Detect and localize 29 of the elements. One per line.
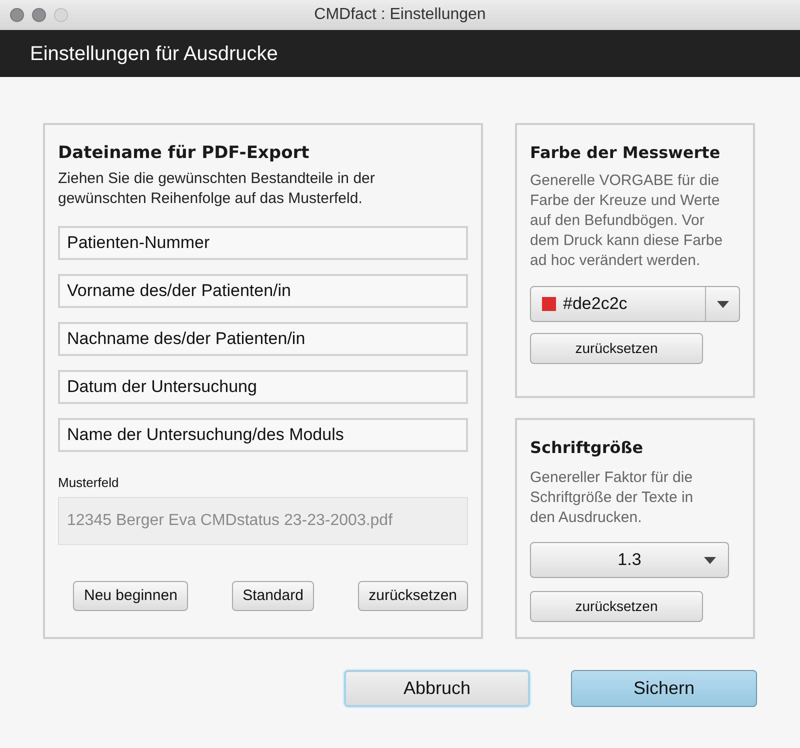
reset-button[interactable]: zurücksetzen bbox=[530, 333, 703, 364]
sample-label: Musterfeld bbox=[58, 474, 120, 492]
component-item[interactable]: Vorname des/der Patienten/in bbox=[58, 274, 468, 308]
dropdown-caret-icon bbox=[716, 300, 728, 308]
panel-button[interactable]: Neu beginnen bbox=[73, 581, 188, 611]
panel-button[interactable]: Standard bbox=[232, 581, 314, 611]
dialog-button[interactable]: Sichern bbox=[571, 670, 757, 707]
panel-title: Schriftgröße bbox=[530, 437, 644, 459]
component-item[interactable]: Patienten-Nummer bbox=[58, 226, 468, 260]
component-item[interactable]: Name der Untersuchung/des Moduls bbox=[58, 418, 468, 452]
close-icon[interactable] bbox=[10, 8, 24, 22]
window-title: CMDfact : Einstellungen bbox=[313, 5, 487, 25]
color-picker[interactable]: #de2c2c bbox=[530, 286, 740, 322]
panel-button[interactable]: zurücksetzen bbox=[358, 581, 468, 611]
minimize-icon[interactable] bbox=[32, 8, 46, 22]
panel-description: Generelle VORGABE für die Farbe der Kreuze und Werte auf den Befundbögen. Vor dem Druck kann diese Farbe ad hoc verändert werden. bbox=[530, 171, 724, 271]
component-item[interactable]: Nachname des/der Patienten/in bbox=[58, 322, 468, 356]
color-value: #de2c2c bbox=[563, 293, 628, 316]
panel-description: Genereller Faktor für die Schriftgröße der Texte in den Ausdrucken. bbox=[530, 468, 694, 528]
panel-description: Ziehen Sie die gewünschten Bestandteile in der gewünschten Reihenfolge auf das Musterfeld. bbox=[58, 168, 376, 208]
reset-button[interactable]: zurücksetzen bbox=[530, 591, 703, 622]
dialog-button[interactable]: Abbruch bbox=[344, 670, 530, 707]
dropdown-value: 1.3 bbox=[616, 549, 642, 572]
header-title: Einstellungen für Ausdrucke bbox=[30, 42, 278, 66]
font-size-dropdown[interactable]: 1.3 bbox=[530, 542, 729, 578]
panel-title: Dateiname für PDF-Export bbox=[58, 142, 310, 165]
dropdown-caret-icon bbox=[704, 557, 716, 564]
component-item[interactable]: Datum der Untersuchung bbox=[58, 370, 468, 404]
panel-title: Farbe der Messwerte bbox=[530, 142, 722, 164]
